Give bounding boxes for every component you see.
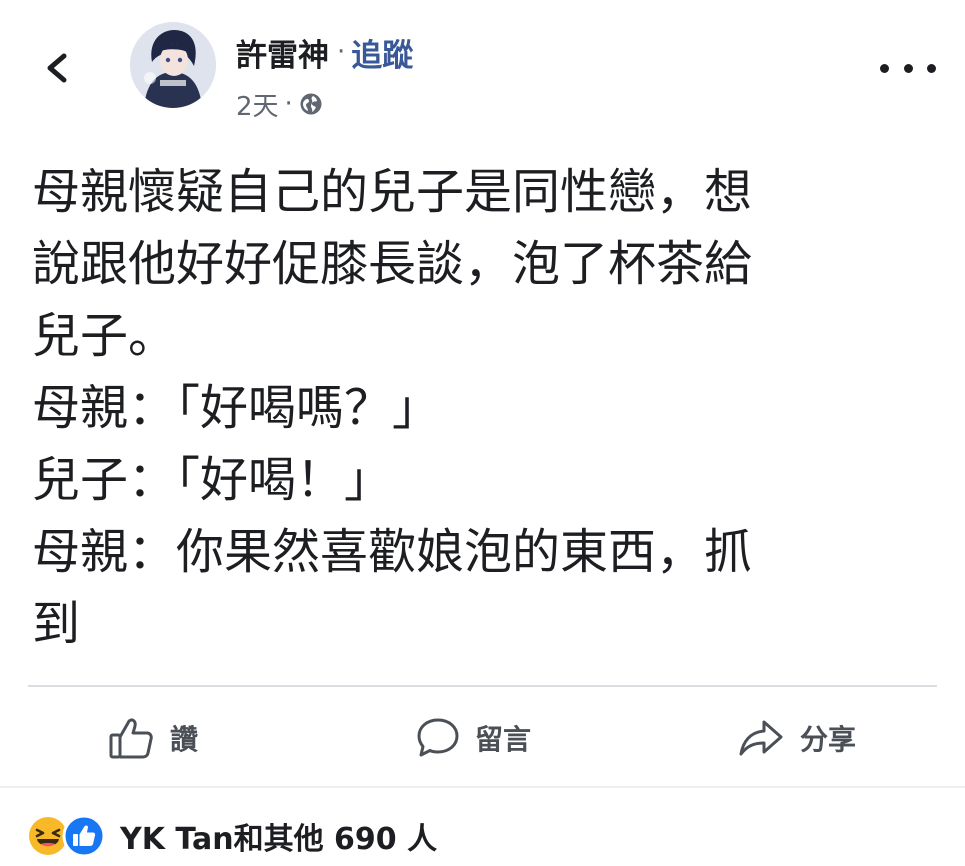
avatar-image xyxy=(130,22,216,108)
more-options-button[interactable] xyxy=(880,50,936,86)
action-bar: 讚 留言 分享 xyxy=(0,700,965,778)
author-name[interactable]: 許雷神 xyxy=(236,30,329,75)
post-line: 母親懷疑自己的兒子是同性戀，想 xyxy=(32,164,753,220)
avatar[interactable] xyxy=(130,22,216,108)
meta-separator-dot: · xyxy=(284,89,293,119)
separator-dot: · xyxy=(337,37,346,67)
follow-link[interactable]: 追蹤 xyxy=(351,30,413,75)
post-line: 到 xyxy=(32,596,81,652)
like-icon xyxy=(62,814,106,858)
share-label: 分享 xyxy=(800,723,857,756)
share-button[interactable]: 分享 xyxy=(736,714,856,762)
post-header: 許雷神 · 追蹤 2天 · xyxy=(0,0,965,130)
like-button[interactable]: 讚 xyxy=(108,714,198,762)
comment-button[interactable]: 留言 xyxy=(415,714,531,762)
divider xyxy=(28,685,937,687)
post-line: 說跟他好好促膝長談，泡了杯茶給 xyxy=(32,236,753,292)
share-arrow-icon xyxy=(739,720,783,756)
post-timestamp[interactable]: 2天 xyxy=(236,86,279,123)
back-button[interactable] xyxy=(36,46,80,90)
chevron-left-icon xyxy=(47,53,67,83)
comment-icon xyxy=(417,718,459,757)
thumbs-up-icon xyxy=(109,718,153,759)
post-line: 兒子。 xyxy=(32,308,177,364)
more-horizontal-icon-dot xyxy=(927,63,936,73)
more-horizontal-icon-dot xyxy=(903,63,913,73)
post-line: 兒子：「好喝！」 xyxy=(32,452,393,508)
post-text: 母親懷疑自己的兒子是同性戀，想 說跟他好好促膝長談，泡了杯茶給 兒子。 母親：「… xyxy=(32,156,937,660)
globe-icon xyxy=(300,93,322,115)
post-meta: 2天 · xyxy=(236,84,323,124)
author-row: 許雷神 · 追蹤 xyxy=(236,30,413,74)
reaction-summary[interactable]: YK Tan和其他 690 人 xyxy=(120,814,437,858)
more-horizontal-icon-dot xyxy=(880,63,889,73)
reaction-icons[interactable] xyxy=(28,812,112,858)
comment-label: 留言 xyxy=(475,723,532,756)
post-line: 母親：你果然喜歡娘泡的東西，抓 xyxy=(32,524,753,580)
like-label: 讚 xyxy=(170,723,199,756)
reactions-bar: YK Tan和其他 690 人 xyxy=(0,786,965,866)
post-line: 母親：「好喝嗎？」 xyxy=(32,380,441,436)
